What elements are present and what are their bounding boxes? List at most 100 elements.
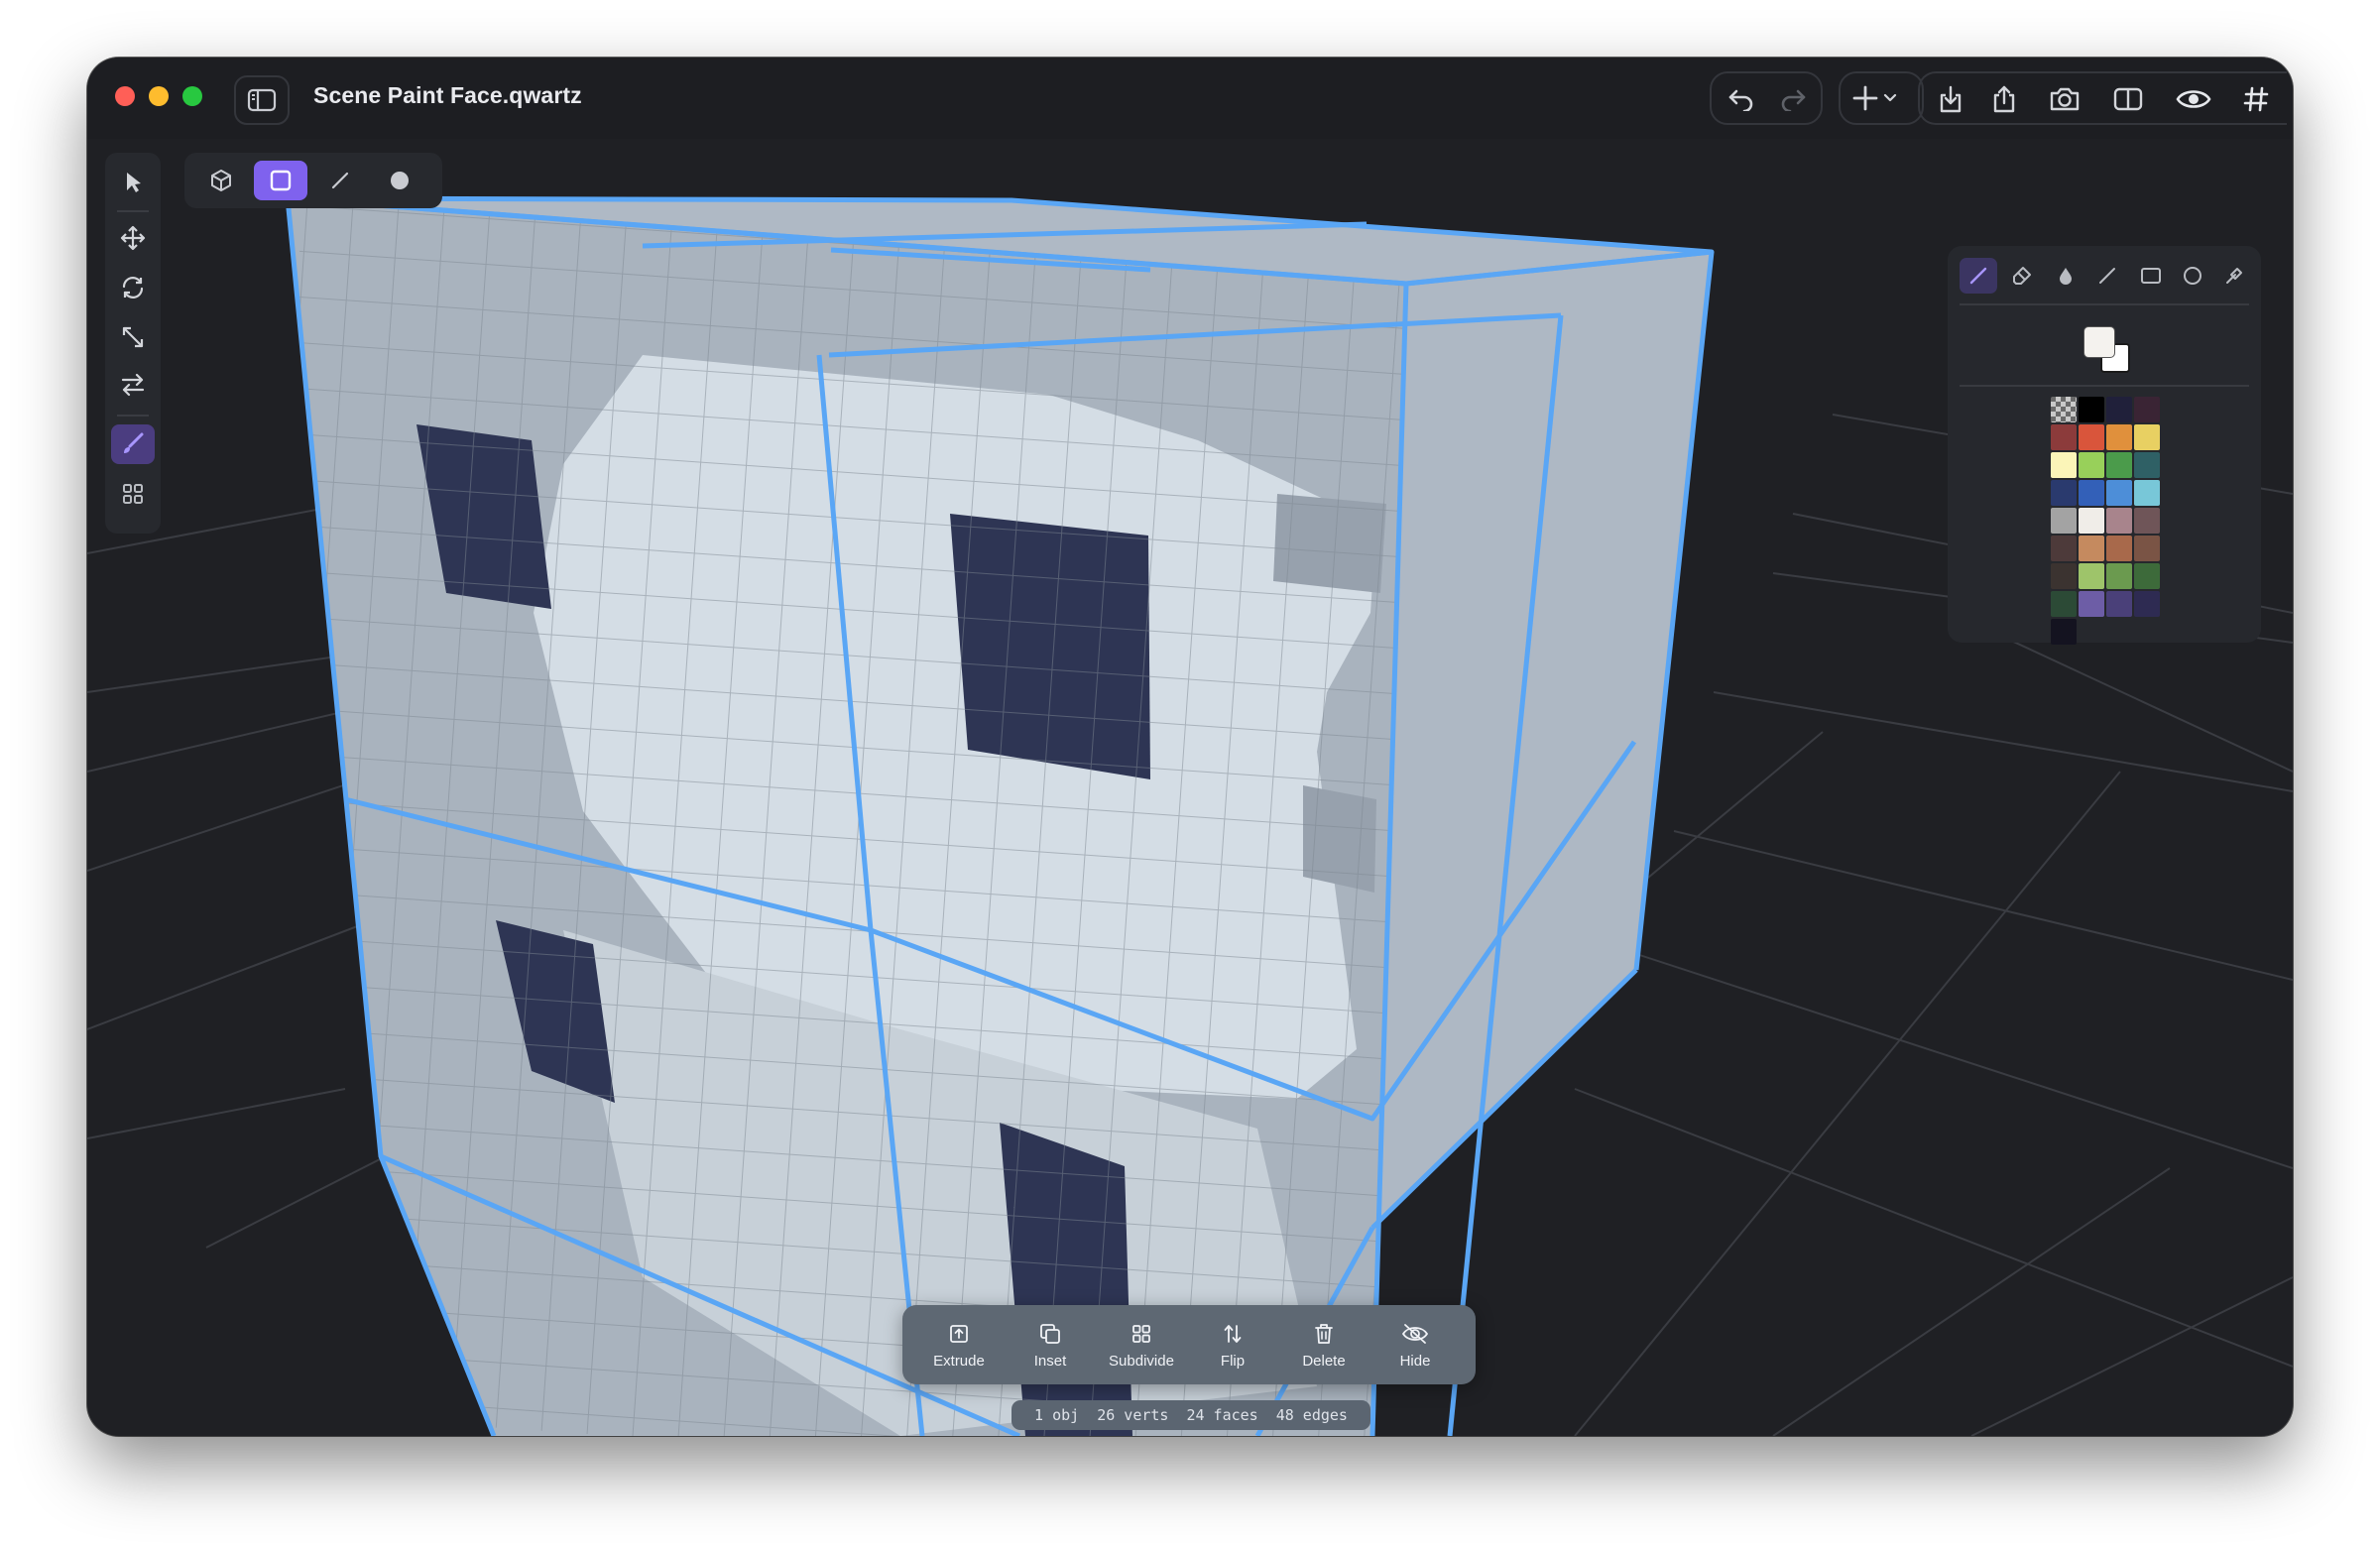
minimize-window-button[interactable]	[149, 86, 169, 106]
trash-icon	[1315, 1324, 1333, 1344]
palette-swatch[interactable]	[2051, 452, 2077, 478]
undo-icon	[1728, 89, 1753, 111]
face-mode-button[interactable]	[254, 161, 307, 200]
split-view-button[interactable]	[2102, 79, 2154, 119]
mirror-tool[interactable]	[111, 365, 155, 405]
plus-icon	[1852, 85, 1897, 111]
palette-swatch[interactable]	[2051, 591, 2077, 617]
subdivide-label: Subdivide	[1109, 1353, 1174, 1370]
object-count: 1 obj	[1034, 1406, 1080, 1424]
palette-swatch[interactable]	[2079, 508, 2104, 534]
toggle-sidebar-button[interactable]	[234, 75, 290, 125]
brush-icon	[124, 432, 144, 453]
palette-swatch[interactable]	[2106, 452, 2132, 478]
undo-button[interactable]	[1720, 79, 1763, 119]
object-mode-button[interactable]	[194, 161, 248, 200]
extrude-button[interactable]: Extrude	[916, 1313, 1002, 1376]
primary-color-swatch[interactable]	[2084, 327, 2114, 357]
eyedropper-tool-button[interactable]	[2215, 258, 2253, 294]
close-window-button[interactable]	[115, 86, 135, 106]
palette-swatch[interactable]	[2106, 563, 2132, 589]
palette-swatch[interactable]	[2079, 397, 2104, 422]
import-button[interactable]	[1928, 79, 1973, 119]
palette-swatch[interactable]	[2134, 508, 2160, 534]
palette-swatch[interactable]	[2051, 480, 2077, 506]
snapshot-button[interactable]	[2039, 79, 2090, 119]
rotate-tool[interactable]	[111, 268, 155, 307]
palette-swatch[interactable]	[2106, 508, 2132, 534]
ellipse-tool-button[interactable]	[2174, 258, 2211, 294]
vertex-mode-button[interactable]	[373, 161, 426, 200]
line-tool-button[interactable]	[2088, 258, 2126, 294]
palette-swatch[interactable]	[2134, 452, 2160, 478]
edge-mode-button[interactable]	[313, 161, 367, 200]
camera-icon	[2050, 87, 2080, 111]
add-menu-button[interactable]	[1839, 71, 1924, 125]
palette-swatch[interactable]	[2134, 424, 2160, 450]
rectangle-tool-button[interactable]	[2132, 258, 2170, 294]
palette-swatch[interactable]	[2079, 563, 2104, 589]
delete-label: Delete	[1302, 1353, 1346, 1370]
redo-button[interactable]	[1771, 79, 1815, 119]
palette-swatch[interactable]	[2079, 591, 2104, 617]
grid-toggle-button[interactable]	[2231, 79, 2281, 119]
inset-label: Inset	[1033, 1353, 1067, 1370]
eraser-tool-button[interactable]	[2003, 258, 2041, 294]
palette-swatch[interactable]	[2051, 508, 2077, 534]
extrude-label: Extrude	[933, 1353, 985, 1370]
tool-divider	[117, 210, 149, 212]
select-tool[interactable]	[111, 163, 155, 202]
inset-button[interactable]: Inset	[1008, 1313, 1093, 1376]
zoom-window-button[interactable]	[182, 86, 202, 106]
palette-swatch[interactable]	[2051, 619, 2077, 645]
current-color-well[interactable]	[2084, 327, 2130, 373]
history-group	[1710, 71, 1823, 125]
palette-swatch[interactable]	[2106, 397, 2132, 422]
palette-swatch[interactable]	[2079, 424, 2104, 450]
hide-button[interactable]: Hide	[1372, 1313, 1458, 1376]
mirror-icon	[121, 373, 145, 397]
palette-swatch[interactable]	[2134, 480, 2160, 506]
droplet-icon	[2060, 268, 2072, 285]
app-window: Scene Paint Face.qwartz Extrude Inset Su…	[87, 58, 2293, 1436]
share-button[interactable]	[1981, 79, 2027, 119]
sidebar-icon	[247, 88, 277, 112]
circle-icon	[2184, 267, 2202, 285]
palette-swatch[interactable]	[2079, 452, 2104, 478]
split-view-icon	[2113, 87, 2143, 111]
palette-swatch[interactable]	[2134, 563, 2160, 589]
scale-tool[interactable]	[111, 317, 155, 357]
palette-swatch[interactable]	[2134, 536, 2160, 561]
scene-stats-bar: 1 obj 26 verts 24 faces 48 edges	[1012, 1400, 1370, 1430]
palette-swatch[interactable]	[2051, 424, 2077, 450]
palette-swatch[interactable]	[2106, 536, 2132, 561]
grid-icon	[123, 484, 143, 504]
palette-swatch[interactable]	[2106, 480, 2132, 506]
palette-swatch[interactable]	[2106, 591, 2132, 617]
title-bar: Scene Paint Face.qwartz	[87, 58, 2293, 139]
paint-tool[interactable]	[111, 424, 155, 464]
hash-icon	[2243, 86, 2269, 112]
cube-icon	[211, 170, 231, 191]
palette-swatch[interactable]	[2134, 397, 2160, 422]
export-group	[1918, 71, 2287, 125]
subdivide-button[interactable]: Subdivide	[1099, 1313, 1184, 1376]
brush-tool-button[interactable]	[1960, 258, 1997, 294]
delete-button[interactable]: Delete	[1281, 1313, 1367, 1376]
eye-icon	[2176, 90, 2211, 108]
uv-grid-tool[interactable]	[111, 474, 155, 514]
preview-button[interactable]	[2166, 79, 2221, 119]
palette-swatch[interactable]	[2134, 591, 2160, 617]
palette-swatch[interactable]	[2051, 397, 2077, 422]
palette-swatch[interactable]	[2106, 424, 2132, 450]
palette-swatch[interactable]	[2051, 536, 2077, 561]
palette-swatch[interactable]	[2079, 536, 2104, 561]
eraser-icon	[2013, 267, 2031, 285]
redo-icon	[1781, 89, 1806, 111]
flip-button[interactable]: Flip	[1190, 1313, 1275, 1376]
move-tool[interactable]	[111, 218, 155, 258]
palette-swatch[interactable]	[2051, 563, 2077, 589]
palette-swatch[interactable]	[2079, 480, 2104, 506]
import-icon	[1940, 85, 1962, 113]
fill-tool-button[interactable]	[2047, 258, 2084, 294]
